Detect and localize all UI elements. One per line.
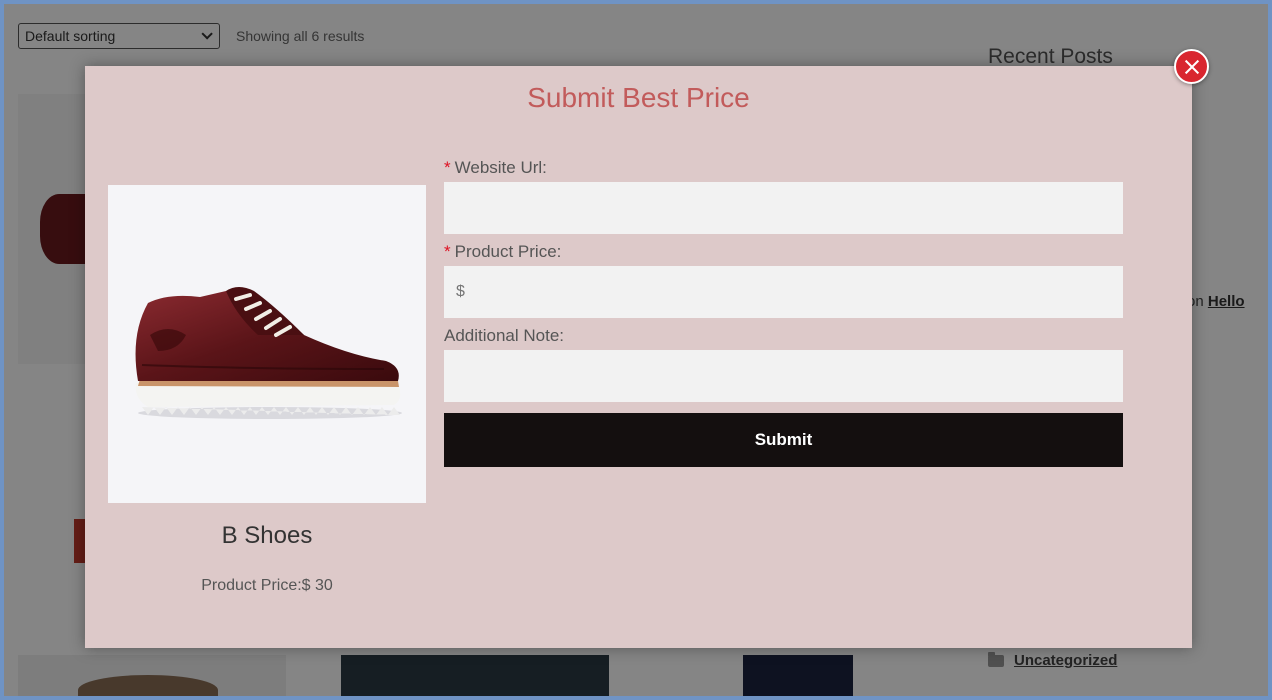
product-price: Product Price:$ 30 [201,577,333,594]
page-frame: Default sorting Showing all 6 results Re… [4,4,1268,696]
close-icon[interactable] [1174,49,1209,84]
product-price-label-text: Product Price: [454,242,562,261]
additional-note-input[interactable] [444,350,1123,402]
required-marker: * [444,158,451,177]
product-name: B Shoes [221,522,313,549]
shoe-image [135,287,402,419]
best-price-form: *Website Url: *Product Price: Additional… [444,156,1123,467]
website-url-label: * Website Url: [444,156,1123,180]
additional-note-label: Additional Note: [444,326,565,345]
website-url-label-text: Website Url: [454,158,547,177]
required-marker: * [444,242,451,261]
modal-title: Submit Best Price [527,82,750,113]
product-price-label: * Product Price: [444,240,1123,264]
submit-button[interactable]: Submit [444,413,1123,467]
best-price-modal: Submit Best Price B Shoes Product Price:… [85,66,1192,648]
product-price-input[interactable] [444,266,1123,318]
product-image [108,185,426,503]
website-url-input[interactable] [444,182,1123,234]
